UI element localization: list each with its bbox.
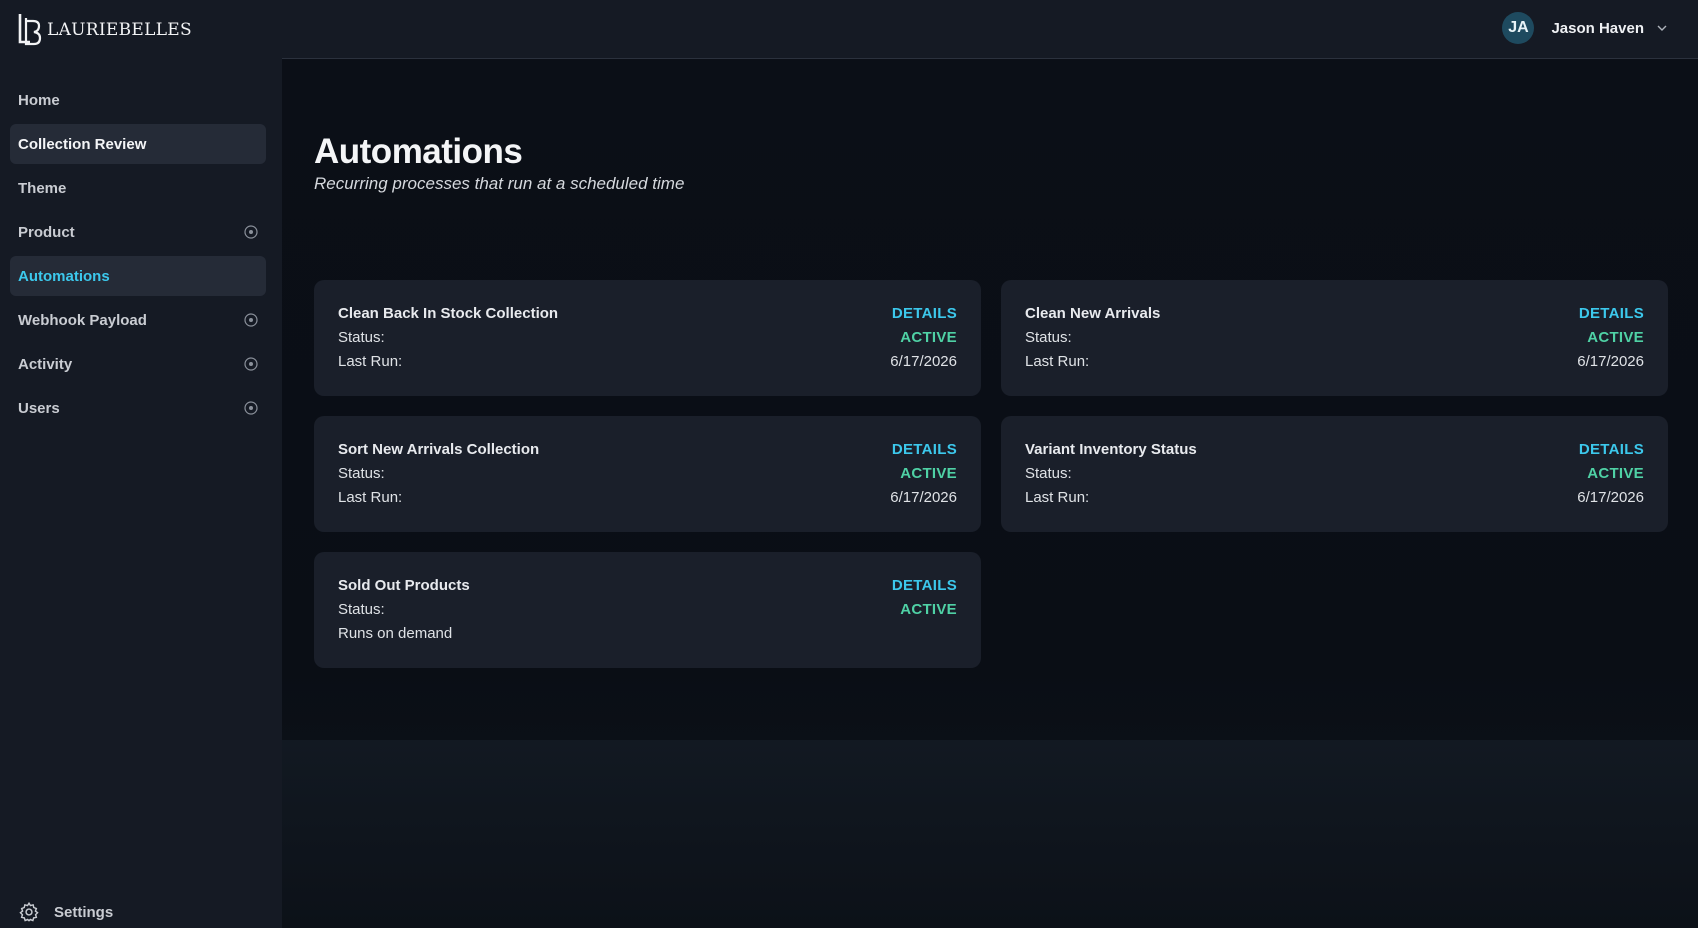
last-run-value: 6/17/2026	[890, 489, 957, 506]
sidebar-item-automations[interactable]: Automations	[10, 256, 266, 296]
sidebar-item-label: Theme	[18, 179, 67, 197]
page-subtitle: Recurring processes that run at a schedu…	[314, 174, 685, 193]
sidebar-item-label: Product	[18, 223, 75, 241]
sidebar-nav: Home Collection Review Theme Product Automat…	[0, 80, 282, 432]
main-lower-band	[282, 740, 1698, 928]
sidebar-item-label: Automations	[18, 267, 110, 285]
automation-card: Variant Inventory Status DETAILS Status: AC…	[1001, 416, 1668, 532]
last-run-label: Last Run:	[338, 353, 403, 370]
sidebar-item-collection-review[interactable]: Collection Review	[10, 124, 266, 164]
last-run-label: Last Run:	[338, 489, 403, 506]
sidebar-item-label: Activity	[18, 355, 73, 373]
gear-icon	[19, 901, 39, 922]
status-badge: ACTIVE	[1587, 329, 1644, 346]
automation-card: Clean New Arrivals DETAILS Status: ACTIVE La…	[1001, 280, 1668, 396]
status-label: Status:	[338, 329, 385, 346]
settings-link[interactable]: Settings	[18, 900, 113, 924]
details-button[interactable]: DETAILS	[1579, 305, 1644, 322]
main-content: Automations Recurring processes that run…	[282, 60, 1698, 928]
avatar: JA	[1502, 12, 1535, 44]
automation-name: Clean Back In Stock Collection	[338, 305, 559, 322]
details-button[interactable]: DETAILS	[1579, 441, 1644, 458]
lb-monogram-icon	[18, 14, 42, 46]
last-run-value: 6/17/2026	[1577, 353, 1644, 370]
last-run-label: Last Run:	[1025, 353, 1090, 370]
last-run-label: Runs on demand	[338, 625, 453, 642]
brand-logo[interactable]: LAURIEBELLES	[17, 12, 192, 46]
status-badge: ACTIVE	[900, 465, 957, 482]
status-label: Status:	[1025, 465, 1072, 482]
automation-name: Clean New Arrivals	[1025, 305, 1161, 322]
automation-name: Variant Inventory Status	[1025, 441, 1197, 458]
sidebar-item-theme[interactable]: Theme	[10, 168, 266, 208]
top-bar: JA Jason Haven	[282, 0, 1698, 59]
details-button[interactable]: DETAILS	[892, 577, 957, 594]
chevron-down-icon	[1657, 25, 1667, 31]
sidebar-item-label: Webhook Payload	[18, 311, 147, 329]
status-label: Status:	[338, 601, 385, 618]
last-run-value: 6/17/2026	[890, 353, 957, 370]
user-name: Jason Haven	[1551, 19, 1644, 37]
sidebar-item-activity[interactable]: Activity	[10, 344, 266, 384]
status-badge: ACTIVE	[1587, 465, 1644, 482]
brand-name: LAURIEBELLES	[47, 20, 192, 40]
sidebar-item-label: Users	[18, 399, 60, 417]
last-run-value: 6/17/2026	[1577, 489, 1644, 506]
status-badge: ACTIVE	[900, 601, 957, 618]
page-title: Automations	[314, 132, 523, 171]
sidebar-item-product[interactable]: Product	[10, 212, 266, 252]
sidebar: LAURIEBELLES Home Collection Review Theme P…	[0, 0, 282, 928]
automation-card: Sort New Arrivals Collection DETAILS Statu…	[314, 416, 981, 532]
automation-card: Clean Back In Stock Collection DETAILS Sta…	[314, 280, 981, 396]
sidebar-item-label: Home	[18, 91, 60, 109]
details-button[interactable]: DETAILS	[892, 441, 957, 458]
expand-circle-icon[interactable]	[244, 401, 258, 415]
settings-label: Settings	[54, 903, 114, 921]
automation-name: Sort New Arrivals Collection	[338, 441, 540, 458]
details-button[interactable]: DETAILS	[892, 305, 957, 322]
expand-circle-icon[interactable]	[244, 225, 258, 239]
last-run-label: Last Run:	[1025, 489, 1090, 506]
expand-circle-icon[interactable]	[244, 357, 258, 371]
status-label: Status:	[338, 465, 385, 482]
sidebar-item-label: Collection Review	[18, 135, 147, 153]
status-badge: ACTIVE	[900, 329, 957, 346]
sidebar-item-webhook-payload[interactable]: Webhook Payload	[10, 300, 266, 340]
sidebar-item-users[interactable]: Users	[10, 388, 266, 428]
sidebar-item-home[interactable]: Home	[10, 80, 266, 120]
automation-card: Sold Out Products DETAILS Status: ACTIVE Run…	[314, 552, 981, 668]
automation-name: Sold Out Products	[338, 577, 470, 594]
expand-circle-icon[interactable]	[244, 313, 258, 327]
status-label: Status:	[1025, 329, 1072, 346]
user-menu[interactable]: JA Jason Haven	[1502, 12, 1668, 44]
